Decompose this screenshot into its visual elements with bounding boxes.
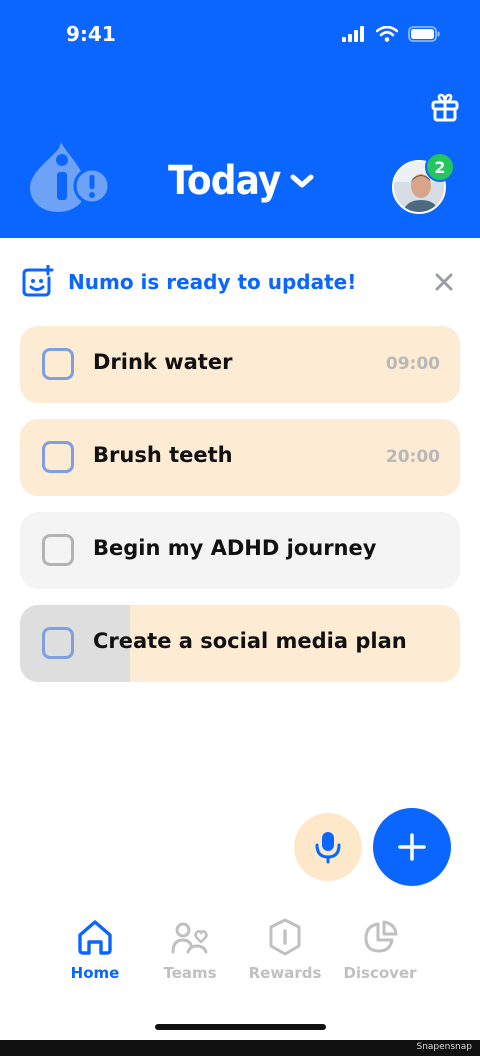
task-label: Begin my ADHD journey — [93, 536, 377, 560]
notification-badge: 2 — [425, 152, 455, 182]
voice-input-button[interactable] — [294, 813, 362, 881]
nav-label-teams: Teams — [163, 964, 217, 982]
task-label: Create a social media plan — [93, 629, 407, 653]
status-time: 9:41 — [66, 22, 116, 46]
nav-item-home[interactable]: Home — [45, 918, 145, 982]
task-item-adhd-journey[interactable]: Begin my ADHD journey — [20, 512, 460, 589]
add-task-button[interactable] — [373, 808, 451, 886]
page-title: Today — [168, 158, 281, 204]
nav-item-rewards[interactable]: Rewards — [235, 918, 335, 982]
task-item-drink-water[interactable]: Drink water 09:00 — [20, 326, 460, 403]
task-label: Drink water — [93, 350, 233, 374]
nav-item-teams[interactable]: Teams — [140, 918, 240, 982]
update-banner[interactable]: Numo is ready to update! — [20, 262, 460, 302]
chevron-down-icon — [290, 174, 314, 188]
signal-icon — [342, 26, 364, 42]
bottom-nav: Home Teams Rewards Discover — [0, 918, 480, 988]
task-checkbox[interactable] — [42, 534, 74, 566]
teams-icon — [171, 922, 208, 954]
close-icon[interactable] — [432, 270, 456, 294]
home-icon — [78, 920, 112, 955]
smile-update-icon — [22, 265, 54, 297]
home-indicator[interactable] — [155, 1024, 326, 1030]
banner-text: Numo is ready to update! — [68, 270, 357, 294]
nav-label-home: Home — [70, 964, 120, 982]
date-selector[interactable]: Today — [168, 158, 315, 204]
task-checkbox[interactable] — [42, 441, 74, 473]
nav-label-discover: Discover — [343, 964, 417, 982]
header: 9:41 Today 2 — [0, 0, 480, 238]
numo-alert-logo-icon[interactable] — [26, 140, 110, 214]
task-label: Brush teeth — [93, 443, 233, 467]
task-time: 20:00 — [385, 447, 440, 467]
task-time: 09:00 — [385, 354, 440, 374]
plus-icon — [398, 833, 426, 861]
status-icons — [342, 26, 440, 42]
nav-item-discover[interactable]: Discover — [330, 918, 430, 982]
discover-icon — [364, 920, 398, 953]
battery-icon — [408, 26, 440, 42]
rewards-icon — [269, 918, 301, 956]
task-item-brush-teeth[interactable]: Brush teeth 20:00 — [20, 419, 460, 496]
footer-bar — [0, 1040, 480, 1056]
watermark: Snapensnap — [416, 1042, 472, 1052]
nav-label-rewards: Rewards — [248, 964, 322, 982]
task-checkbox[interactable] — [42, 627, 74, 659]
microphone-icon — [315, 832, 341, 864]
task-checkbox[interactable] — [42, 348, 74, 380]
gift-icon[interactable] — [430, 92, 460, 122]
task-item-social-media-plan[interactable]: Create a social media plan — [20, 605, 460, 682]
wifi-icon — [376, 26, 398, 42]
